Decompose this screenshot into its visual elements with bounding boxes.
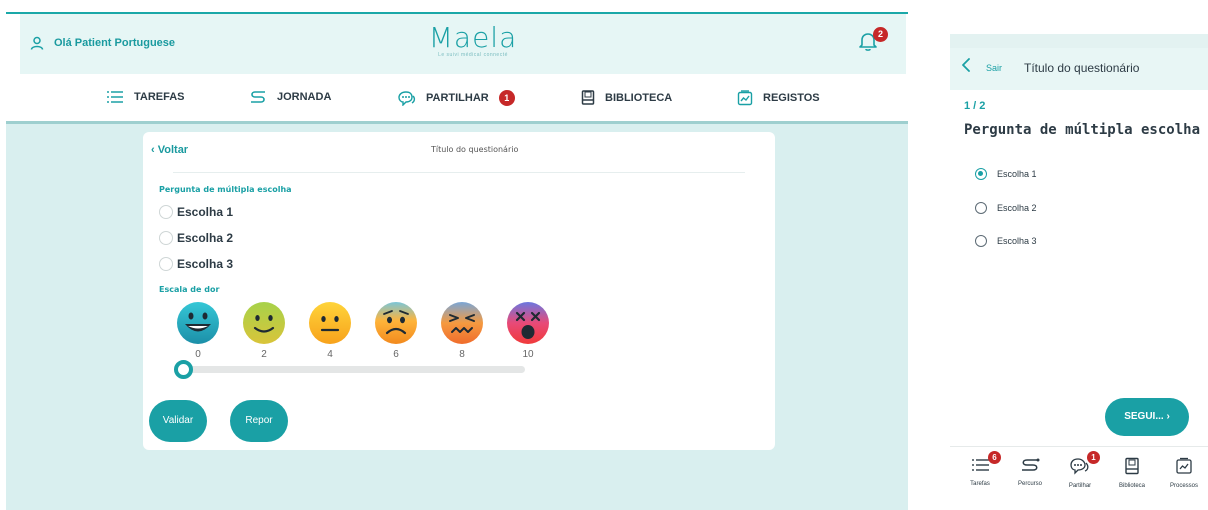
scale-value: 2: [261, 349, 267, 360]
exit-link[interactable]: Sair: [986, 63, 1002, 73]
face-happy-icon[interactable]: [242, 301, 286, 345]
next-button[interactable]: SEGUI... ›: [1105, 398, 1189, 436]
chevron-left-icon: ‹: [151, 144, 158, 156]
tab-label: Partilhar: [1068, 483, 1092, 489]
next-label: SEGUI...: [1124, 411, 1164, 422]
mobile-title: Título do questionário: [1024, 61, 1140, 75]
tab-percurso[interactable]: Percurso: [1008, 457, 1052, 487]
face-worst-pain-icon[interactable]: [506, 301, 550, 345]
tab-label: Processos: [1169, 483, 1198, 489]
chevron-left-icon[interactable]: [961, 58, 971, 72]
mobile-option-2[interactable]: Escolha 2: [975, 202, 1037, 214]
tab-biblioteca[interactable]: Biblioteca: [1110, 457, 1154, 489]
tab-label: Percurso: [1017, 481, 1042, 487]
bottom-tab-bar: Tarefas 6 Percurso Partilhar 1 Bibliotec…: [950, 446, 1208, 510]
list-icon: [972, 459, 989, 471]
mobile-view: Sair Título do questionário 1 / 2 Pergun…: [950, 34, 1208, 510]
top-bar-inner: Olá Patient Portuguese Maela Le suivi mé…: [20, 14, 906, 74]
list-icon: [107, 91, 123, 103]
reset-button[interactable]: Repor: [230, 400, 288, 442]
nav-label: TAREFAS: [134, 91, 185, 103]
chevron-right-icon: ›: [1166, 411, 1170, 422]
scale-value: 6: [393, 349, 399, 360]
logo-word: Maela: [428, 21, 518, 54]
radio-button[interactable]: [159, 205, 173, 219]
pain-slider-thumb[interactable]: [174, 360, 193, 379]
scale-value: 10: [522, 349, 534, 360]
validate-button[interactable]: Validar: [149, 400, 207, 442]
option-label: Escolha 1: [177, 205, 234, 219]
user-icon: [30, 36, 44, 50]
greeting-text: Olá Patient Portuguese: [54, 37, 176, 49]
step-indicator: 1 / 2: [964, 100, 986, 112]
radio-button[interactable]: [159, 257, 173, 271]
user-greeting[interactable]: Olá Patient Portuguese: [30, 36, 175, 50]
option-label: Escolha 1: [997, 169, 1037, 179]
nav-badge: 1: [498, 90, 515, 106]
divider: [173, 172, 745, 173]
nav-item-biblioteca[interactable]: BIBLIOTECA: [581, 90, 672, 105]
nav-label: PARTILHAR: [426, 92, 489, 104]
notification-badge: 2: [873, 27, 888, 42]
maela-logo: Maela Le suivi médical connecté: [418, 21, 528, 59]
route-icon: [251, 91, 265, 103]
nav-label: BIBLIOTECA: [605, 91, 673, 104]
radio-button[interactable]: [159, 231, 173, 245]
pain-scale-label: Escala de dor: [159, 285, 220, 294]
nav-item-tarefas[interactable]: TAREFAS: [106, 90, 185, 104]
radio-button-selected[interactable]: [975, 168, 987, 180]
mobile-question: Pergunta de múltipla escolha: [964, 122, 1201, 138]
book-icon: [581, 90, 595, 105]
tab-processos[interactable]: Processos: [1162, 457, 1206, 489]
questionnaire-title: Título do questionário: [431, 145, 519, 154]
nav-label: JORNADA: [277, 91, 332, 103]
mobile-option-1[interactable]: Escolha 1: [975, 168, 1037, 180]
tab-badge: 6: [988, 451, 1001, 464]
top-bar: Olá Patient Portuguese Maela Le suivi mé…: [6, 12, 908, 74]
option-label: Escolha 3: [177, 257, 234, 271]
face-very-happy-icon[interactable]: [176, 301, 220, 345]
route-icon: [1022, 458, 1040, 471]
mobile-header: Sair Título do questionário: [950, 34, 1208, 90]
share-chat-icon: [398, 91, 416, 106]
questionnaire-card: ‹ Voltar Título do questionário Pergunta…: [143, 132, 775, 450]
main-nav: TAREFAS JORNADA PARTILHAR 1 BIBLIOTECA R…: [6, 74, 908, 124]
status-bar: [950, 34, 1208, 48]
mobile-option-3[interactable]: Escolha 3: [975, 235, 1037, 247]
option-label: Escolha 2: [997, 203, 1037, 213]
tab-label: Biblioteca: [1118, 483, 1145, 489]
option-label: Escolha 3: [997, 236, 1037, 246]
option-2[interactable]: Escolha 2: [159, 231, 233, 245]
nav-item-jornada[interactable]: JORNADA: [249, 90, 331, 104]
back-label: Voltar: [157, 144, 189, 156]
pain-slider-track[interactable]: [183, 366, 525, 373]
back-link[interactable]: ‹ Voltar: [151, 144, 188, 156]
face-worried-icon[interactable]: [374, 301, 418, 345]
book-icon: [1125, 457, 1139, 475]
option-1[interactable]: Escolha 1: [159, 205, 233, 219]
desktop-view: Olá Patient Portuguese Maela Le suivi mé…: [6, 12, 908, 510]
option-3[interactable]: Escolha 3: [159, 257, 233, 271]
tab-partilhar[interactable]: Partilhar 1: [1058, 451, 1102, 489]
scale-value: 0: [195, 349, 201, 360]
tab-badge: 1: [1087, 451, 1100, 464]
chart-record-icon: [1176, 457, 1192, 474]
option-label: Escolha 2: [177, 231, 234, 245]
nav-label: REGISTOS: [763, 92, 820, 104]
radio-button[interactable]: [975, 235, 987, 247]
chart-record-icon: [737, 90, 753, 106]
radio-button[interactable]: [975, 202, 987, 214]
question-label: Pergunta de múltipla escolha: [159, 185, 292, 194]
tab-label: Tarefas: [970, 481, 990, 487]
face-pained-icon[interactable]: [440, 301, 484, 345]
tab-tarefas[interactable]: Tarefas 6: [958, 451, 1002, 487]
nav-item-partilhar[interactable]: PARTILHAR 1: [398, 90, 515, 106]
scale-value: 8: [459, 349, 465, 360]
nav-item-registos[interactable]: REGISTOS: [737, 90, 820, 106]
face-neutral-icon[interactable]: [308, 301, 352, 345]
scale-value: 4: [327, 349, 333, 360]
